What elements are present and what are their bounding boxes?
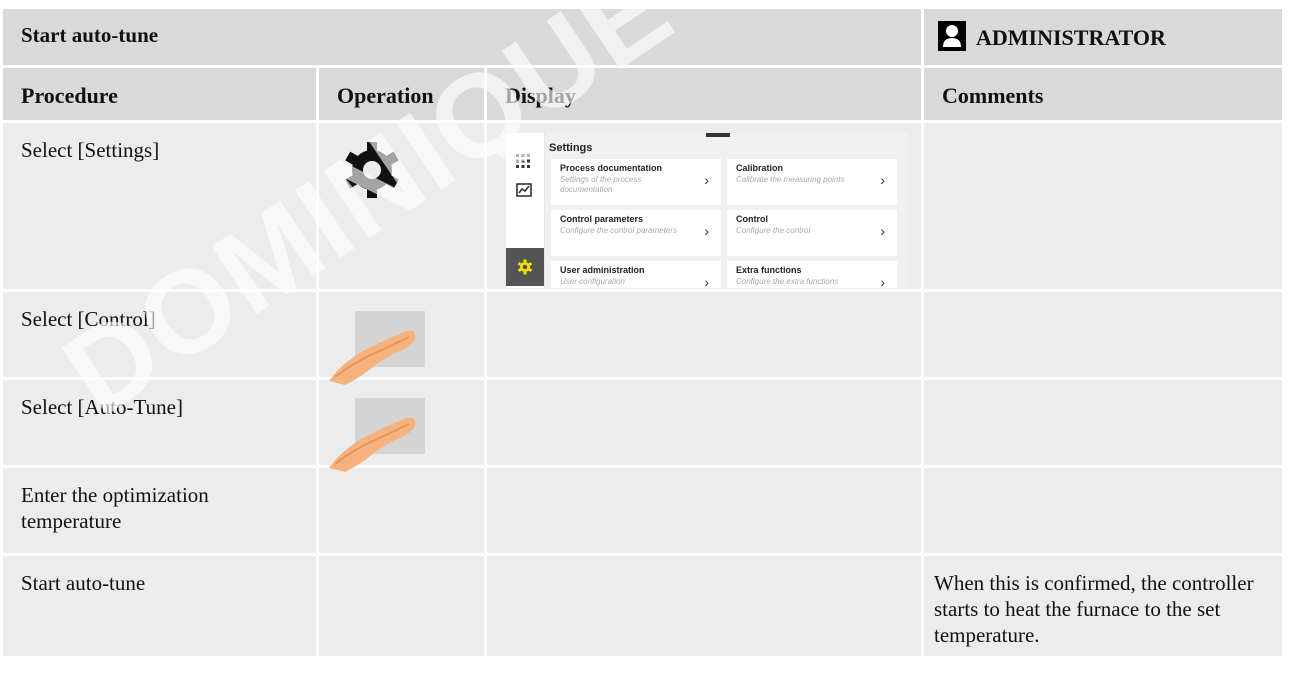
chart-icon[interactable]	[516, 183, 532, 197]
chevron-right-icon: ›	[704, 223, 709, 239]
display-cell	[487, 380, 921, 465]
settings-tile-control-parameters[interactable]: Control parameters Configure the control…	[551, 210, 721, 256]
col-header-procedure: Procedure	[3, 68, 316, 120]
comment-cell	[924, 292, 1282, 377]
col-header-comments: Comments	[924, 68, 1282, 120]
comment-cell: When this is confirmed, the controller s…	[924, 556, 1282, 656]
table-row: Enter the optimization temperature	[3, 468, 1282, 553]
role-label: ADMINISTRATOR	[976, 25, 1166, 50]
settings-nav-selected[interactable]	[506, 248, 544, 286]
procedure-cell: Start auto-tune	[3, 556, 316, 656]
table-row: Select [Control]	[3, 292, 1282, 377]
operation-cell	[319, 468, 484, 553]
display-cell	[487, 468, 921, 553]
table-title-cell: Start auto-tune	[3, 9, 921, 65]
procedure-cell: Select [Control]	[3, 292, 316, 377]
display-cell	[487, 556, 921, 656]
procedure-page: Start auto-tune ADMINISTRATOR Procedure …	[0, 0, 1290, 675]
touch-hand-icon	[329, 311, 425, 385]
status-tab-marker	[706, 133, 730, 137]
table-row: Start auto-tune When this is confirmed, …	[3, 556, 1282, 656]
table-row: Select [Auto-Tune]	[3, 380, 1282, 465]
apps-grid-icon[interactable]	[515, 153, 531, 169]
chevron-right-icon: ›	[880, 274, 885, 288]
col-header-display: Display	[487, 68, 921, 120]
settings-gear-icon	[517, 259, 533, 275]
gear-icon	[345, 142, 399, 198]
admin-user-icon	[938, 21, 966, 51]
touch-hand-icon	[329, 398, 425, 472]
comment-cell	[924, 380, 1282, 465]
chevron-right-icon: ›	[704, 274, 709, 288]
settings-tile-extra-functions[interactable]: Extra functions Configure the extra func…	[727, 261, 897, 288]
procedure-table: Start auto-tune ADMINISTRATOR Procedure …	[0, 6, 1285, 659]
settings-tile-process-documentation[interactable]: Process documentation Settings of the pr…	[551, 159, 721, 205]
table-title: Start auto-tune	[21, 23, 159, 47]
procedure-cell: Select [Auto-Tune]	[3, 380, 316, 465]
operation-cell	[319, 556, 484, 656]
col-header-operation: Operation	[319, 68, 484, 120]
settings-title: Settings	[549, 142, 593, 154]
role-cell: ADMINISTRATOR	[924, 9, 1282, 65]
chevron-right-icon: ›	[704, 172, 709, 188]
comment-cell	[924, 123, 1282, 289]
procedure-cell: Enter the optimization temperature	[3, 468, 316, 553]
settings-tile-user-administration[interactable]: User administration User configuration ›	[551, 261, 721, 288]
settings-sidebar	[506, 133, 545, 288]
settings-tile-calibration[interactable]: Calibration Calibrate the measuring poin…	[727, 159, 897, 205]
display-cell	[487, 292, 921, 377]
chevron-right-icon: ›	[880, 223, 885, 239]
procedure-cell: Select [Settings]	[3, 123, 316, 289]
settings-tile-control[interactable]: Control Configure the control ›	[727, 210, 897, 256]
comment-cell	[924, 468, 1282, 553]
chevron-right-icon: ›	[880, 172, 885, 188]
settings-screen-preview: Settings Process documentation Settings …	[506, 133, 908, 288]
